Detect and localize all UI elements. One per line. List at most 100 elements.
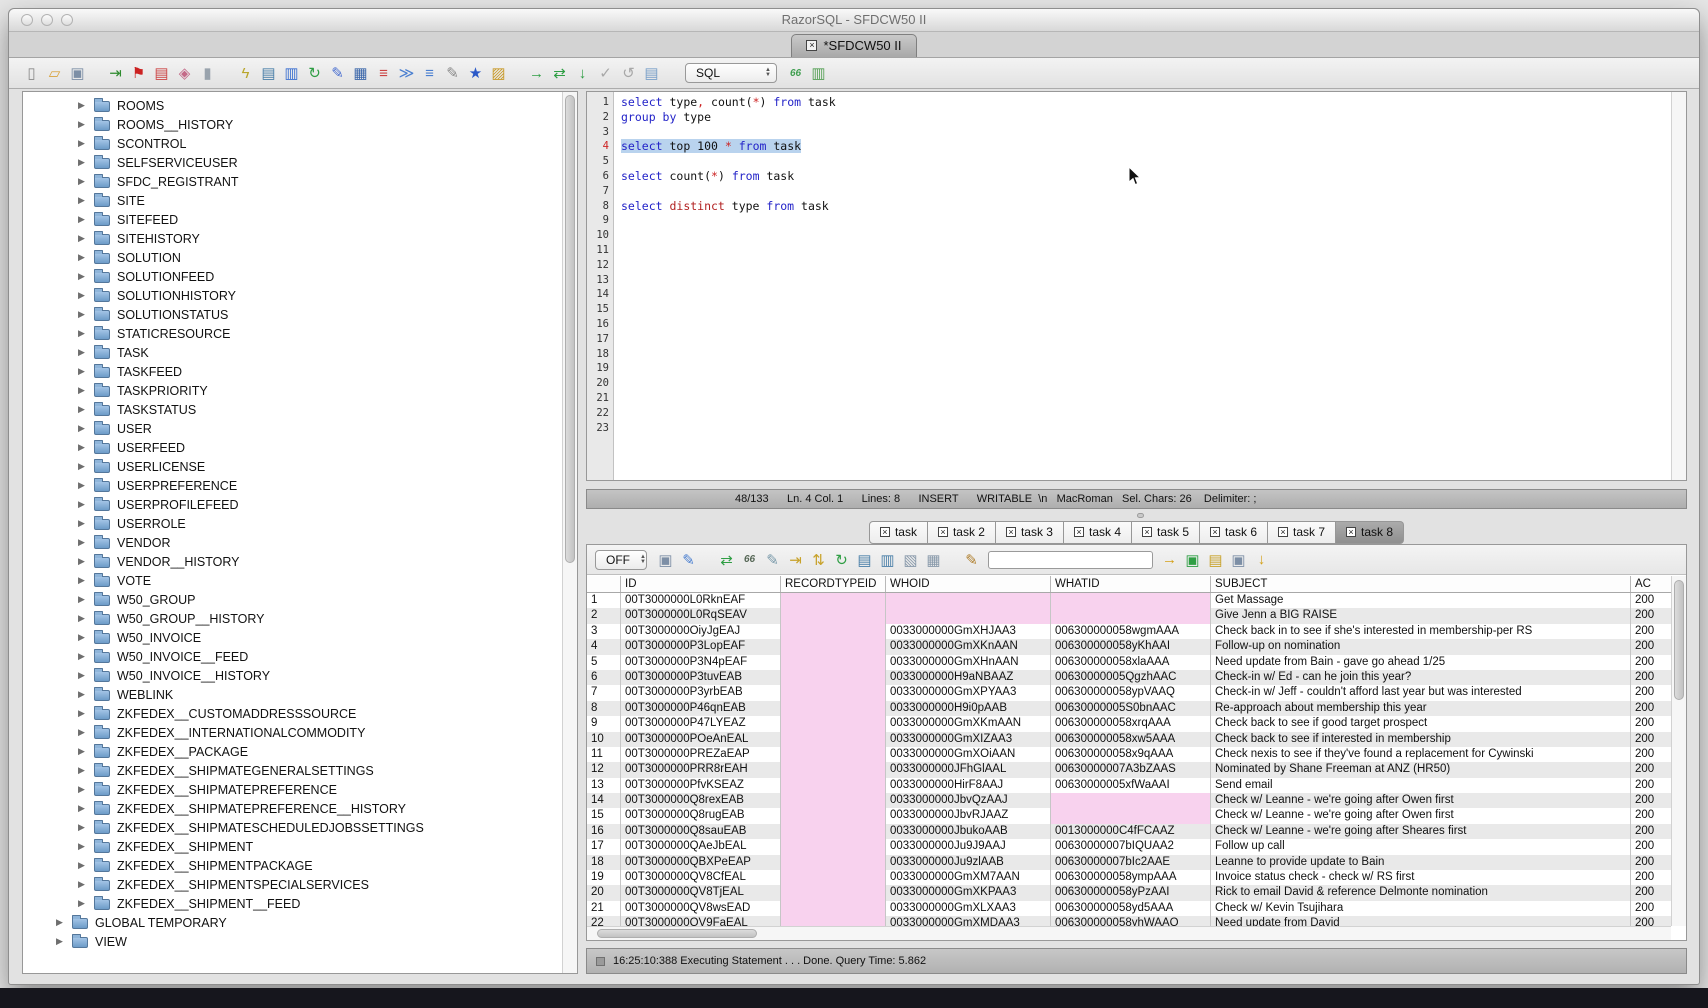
find-next-icon[interactable]: → <box>1159 549 1180 570</box>
cell-whatid[interactable]: 006300000058yhWAAQ <box>1051 916 1211 926</box>
close-tab-icon[interactable]: × <box>880 527 890 537</box>
cell-id[interactable]: 00T3000000PfvKSEAZ <box>621 778 781 793</box>
tree-item-taskstatus[interactable]: ▶TASKSTATUS <box>23 400 561 419</box>
cell-whatid[interactable]: 006300000058ympAAA <box>1051 870 1211 885</box>
format-results-icon[interactable]: ✎ <box>678 549 699 570</box>
expand-arrow-icon[interactable]: ▶ <box>78 537 87 548</box>
cell-recordtypeid[interactable] <box>781 762 886 777</box>
results-vscroll-thumb[interactable] <box>1674 580 1684 700</box>
cell-recordtypeid[interactable] <box>781 655 886 670</box>
view-record-icon[interactable]: ▥ <box>877 549 898 570</box>
cell-subject[interactable]: Check back in to see if she's interested… <box>1211 624 1631 639</box>
align-icon[interactable]: ≡ <box>419 63 440 84</box>
cell-id[interactable]: 00T3000000Q8rugEAB <box>621 808 781 823</box>
cell-whoid[interactable]: 0033000000GmXLXAA3 <box>886 901 1051 916</box>
describe-table-icon[interactable]: ▤ <box>258 63 279 84</box>
tree-item-vendor[interactable]: ▶VENDOR <box>23 533 561 552</box>
open-file-icon[interactable]: ▱ <box>44 63 65 84</box>
editor-scrollbar[interactable] <box>1671 92 1686 480</box>
cell-id[interactable]: 00T3000000PRR8rEAH <box>621 762 781 777</box>
table-row[interactable]: 1400T3000000Q8rexEAB0033000000JbvQzAAJCh… <box>587 793 1671 808</box>
download-icon[interactable]: ↓ <box>1251 549 1272 570</box>
table-row[interactable]: 100T3000000L0RknEAFGet Massage200 <box>587 593 1671 608</box>
cell-whoid[interactable]: 0033000000GmXOiAAN <box>886 747 1051 762</box>
cell-activitydate[interactable]: 200 <box>1631 808 1671 823</box>
table-row[interactable]: 1600T3000000Q8sauEAB0033000000JbukoAAB00… <box>587 824 1671 839</box>
cell-rownum[interactable]: 19 <box>587 870 621 885</box>
row-limit-select[interactable]: OFF ▲▼ <box>595 550 647 570</box>
expand-arrow-icon[interactable]: ▶ <box>78 613 87 624</box>
close-tab-icon[interactable]: × <box>1006 527 1016 537</box>
cell-whoid[interactable]: 0033000000GmXKmAAN <box>886 716 1051 731</box>
edit-cell-icon[interactable]: ✎ <box>762 549 783 570</box>
cell-activitydate[interactable]: 200 <box>1631 778 1671 793</box>
tree-item-w50-invoice-feed[interactable]: ▶W50_INVOICE__FEED <box>23 647 561 666</box>
cell-rownum[interactable]: 22 <box>587 916 621 926</box>
cell-subject[interactable]: Re-approach about membership this year <box>1211 701 1631 716</box>
save-results-icon[interactable]: ▣ <box>655 549 676 570</box>
sql-code-area[interactable]: select type, count(*) from taskgroup by … <box>614 92 1671 480</box>
cell-id[interactable]: 00T3000000OiyJgEAJ <box>621 624 781 639</box>
cell-activitydate[interactable]: 200 <box>1631 870 1671 885</box>
cell-id[interactable]: 00T3000000QAeJbEAL <box>621 839 781 854</box>
results-search-input[interactable] <box>988 551 1153 569</box>
cell-subject[interactable]: Invoice status check - check w/ RS first <box>1211 870 1631 885</box>
cell-subject[interactable]: Check back to see if good target prospec… <box>1211 716 1631 731</box>
cell-activitydate[interactable]: 200 <box>1631 747 1671 762</box>
cell-rownum[interactable]: 9 <box>587 716 621 731</box>
sort-icon[interactable]: ⇅ <box>808 549 829 570</box>
tree-item-rooms-history[interactable]: ▶ROOMS__HISTORY <box>23 115 561 134</box>
cell-whatid[interactable]: 00630000005xfWaAAI <box>1051 778 1211 793</box>
cell-activitydate[interactable]: 200 <box>1631 670 1671 685</box>
cell-subject[interactable]: Check w/ Kevin Tsujihara <box>1211 901 1631 916</box>
table-favorites-icon[interactable]: ▨ <box>488 63 509 84</box>
tree-item-task[interactable]: ▶TASK <box>23 343 561 362</box>
results-grid[interactable]: IDRECORDTYPEIDWHOIDWHATIDSUBJECTAC100T30… <box>587 576 1671 926</box>
cell-activitydate[interactable]: 200 <box>1631 793 1671 808</box>
cell-whoid[interactable]: 0033000000JbvRJAAZ <box>886 808 1051 823</box>
table-row[interactable]: 2100T3000000QV8wsEAD0033000000GmXLXAA300… <box>587 901 1671 916</box>
cell-id[interactable]: 00T3000000QV9FaEAL <box>621 916 781 926</box>
expand-arrow-icon[interactable]: ▶ <box>78 385 87 396</box>
cell-subject[interactable]: Need update from David <box>1211 916 1631 926</box>
cell-whoid[interactable]: 0033000000GmXIZAA3 <box>886 732 1051 747</box>
cell-whoid[interactable]: 0033000000GmXHJAA3 <box>886 624 1051 639</box>
tree-item-userrole[interactable]: ▶USERROLE <box>23 514 561 533</box>
tree-item-zkfedex-shipmategeneralsettings[interactable]: ▶ZKFEDEX__SHIPMATEGENERALSETTINGS <box>23 761 561 780</box>
cell-rownum[interactable]: 1 <box>587 593 621 608</box>
result-tab-task-8[interactable]: ×task 8 <box>1336 521 1404 544</box>
expand-arrow-icon[interactable]: ▶ <box>78 423 87 434</box>
cell-activitydate[interactable]: 200 <box>1631 885 1671 900</box>
sql-mode-select[interactable]: SQL ▲▼ <box>685 63 777 83</box>
tree-item-vendor-history[interactable]: ▶VENDOR__HISTORY <box>23 552 561 571</box>
cell-activitydate[interactable]: 200 <box>1631 593 1671 608</box>
close-tab-icon[interactable]: × <box>1074 527 1084 537</box>
cell-recordtypeid[interactable] <box>781 808 886 823</box>
expand-arrow-icon[interactable]: ▶ <box>78 765 87 776</box>
cell-subject[interactable]: Nominated by Shane Freeman at ANZ (HR50) <box>1211 762 1631 777</box>
tree-item-zkfedex-customaddresssource[interactable]: ▶ZKFEDEX__CUSTOMADDRESSSOURCE <box>23 704 561 723</box>
tree-item-zkfedex-shipmentspecialservices[interactable]: ▶ZKFEDEX__SHIPMENTSPECIALSERVICES <box>23 875 561 894</box>
cell-whatid[interactable]: 006300000058wgmAAA <box>1051 624 1211 639</box>
tree-item-zkfedex-shipmentpackage[interactable]: ▶ZKFEDEX__SHIPMENTPACKAGE <box>23 856 561 875</box>
results-horizontal-scrollbar[interactable] <box>587 926 1671 940</box>
cell-rownum[interactable]: 7 <box>587 685 621 700</box>
cell-id[interactable]: 00T3000000L0RqSEAV <box>621 608 781 623</box>
cell-recordtypeid[interactable] <box>781 732 886 747</box>
expand-arrow-icon[interactable]: ▶ <box>78 309 87 320</box>
tree-item-zkfedex-shipmatepreference[interactable]: ▶ZKFEDEX__SHIPMATEPREFERENCE <box>23 780 561 799</box>
cell-recordtypeid[interactable] <box>781 870 886 885</box>
tree-item-zkfedex-shipment-feed[interactable]: ▶ZKFEDEX__SHIPMENT__FEED <box>23 894 561 913</box>
cell-whoid[interactable]: 0033000000GmXMDAA3 <box>886 916 1051 926</box>
splitter-handle[interactable] <box>1137 513 1144 518</box>
cell-activitydate[interactable]: 200 <box>1631 685 1671 700</box>
table-row[interactable]: 2200T3000000QV9FaEAL 0033000000GmXMDAA300… <box>587 916 1671 926</box>
cell-whoid[interactable]: 0033000000H9aNBAAZ <box>886 670 1051 685</box>
expand-arrow-icon[interactable]: ▶ <box>56 936 65 947</box>
table-row[interactable]: 1100T3000000PREZaEAP0033000000GmXOiAAN00… <box>587 747 1671 762</box>
table-row[interactable]: 200T3000000L0RqSEAVGive Jenn a BIG RAISE… <box>587 608 1671 623</box>
cell-subject[interactable]: Check w/ Leanne - we're going after Owen… <box>1211 793 1631 808</box>
cell-whoid[interactable]: 0033000000GmXPYAA3 <box>886 685 1051 700</box>
cell-whatid[interactable]: 006300000058yPzAAI <box>1051 885 1211 900</box>
execute-all-icon[interactable]: ⇄ <box>549 63 570 84</box>
